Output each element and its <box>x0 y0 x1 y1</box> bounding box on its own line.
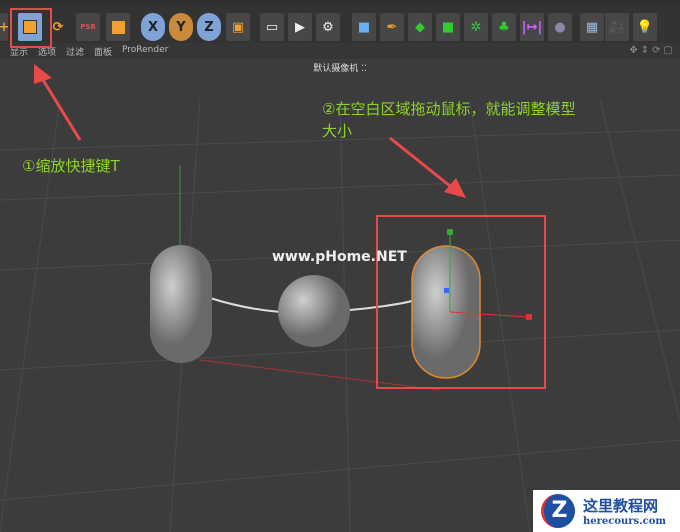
tab-prorender[interactable]: ProRender <box>122 45 168 55</box>
gizmo-x-handle[interactable] <box>526 314 532 320</box>
extrude-icon[interactable]: ■ <box>436 13 460 41</box>
camera-icon[interactable]: 🎥 <box>605 13 629 41</box>
main-toolbar: + ⟳ PSR X Y Z ▣ ▭ ▶ ⚙ ■ ✒ ◆ ■ ✲ ♣ |↦| ● … <box>0 5 680 43</box>
annotation-step2: ②在空白区域拖动鼠标，就能调整模型 大小 <box>322 100 576 140</box>
world-coordinates-icon[interactable]: ▣ <box>226 13 250 41</box>
symmetry-icon[interactable]: |↦| <box>520 13 544 41</box>
deformer-icon[interactable]: ● <box>548 13 572 41</box>
highlight-box-scale <box>10 8 52 48</box>
render-icon[interactable]: ▶ <box>288 13 312 41</box>
viewport-navigation-icons[interactable]: ✥⇕⟳▢ <box>629 45 676 56</box>
cube-icon[interactable]: ■ <box>352 13 376 41</box>
gizmo-z-handle[interactable] <box>444 288 449 293</box>
capsule-left[interactable] <box>150 245 212 363</box>
tab-panel[interactable]: 面板 <box>94 45 112 58</box>
mograph-cloner-icon[interactable]: ✲ <box>464 13 488 41</box>
render-settings-icon[interactable]: ⚙ <box>316 13 340 41</box>
tab-filter[interactable]: 过滤 <box>66 45 84 58</box>
z-axis-icon[interactable]: Z <box>197 13 221 41</box>
psr-icon[interactable]: PSR <box>76 13 100 41</box>
array-icon[interactable]: ♣ <box>492 13 516 41</box>
pen-icon[interactable]: ✒ <box>380 13 404 41</box>
camera-label: 默认摄像机 ⁚⁚ <box>313 64 367 74</box>
gizmo-y-handle[interactable] <box>447 229 453 235</box>
move-icon[interactable]: + <box>0 13 9 41</box>
subdivision-icon[interactable]: ◆ <box>408 13 432 41</box>
capsule-selected[interactable] <box>411 245 481 379</box>
y-axis-icon[interactable]: Y <box>169 13 193 41</box>
annotation-step1: ①缩放快捷键T <box>22 157 120 175</box>
floor-icon[interactable]: ▦ <box>580 13 604 41</box>
sphere[interactable] <box>278 275 350 347</box>
x-axis-icon[interactable]: X <box>141 13 165 41</box>
logo-z-icon: Z <box>541 494 575 528</box>
viewport-menu: 显示 选项 过滤 面板 ProRender ✥⇕⟳▢ <box>0 43 680 59</box>
render-view-icon[interactable]: ▭ <box>260 13 284 41</box>
coordinate-icon[interactable] <box>106 13 130 41</box>
site-logo: Z 这里教程网 herecours.com <box>533 490 680 532</box>
light-icon[interactable]: 💡 <box>633 13 657 41</box>
watermark-text: www.pHome.NET <box>272 249 407 265</box>
